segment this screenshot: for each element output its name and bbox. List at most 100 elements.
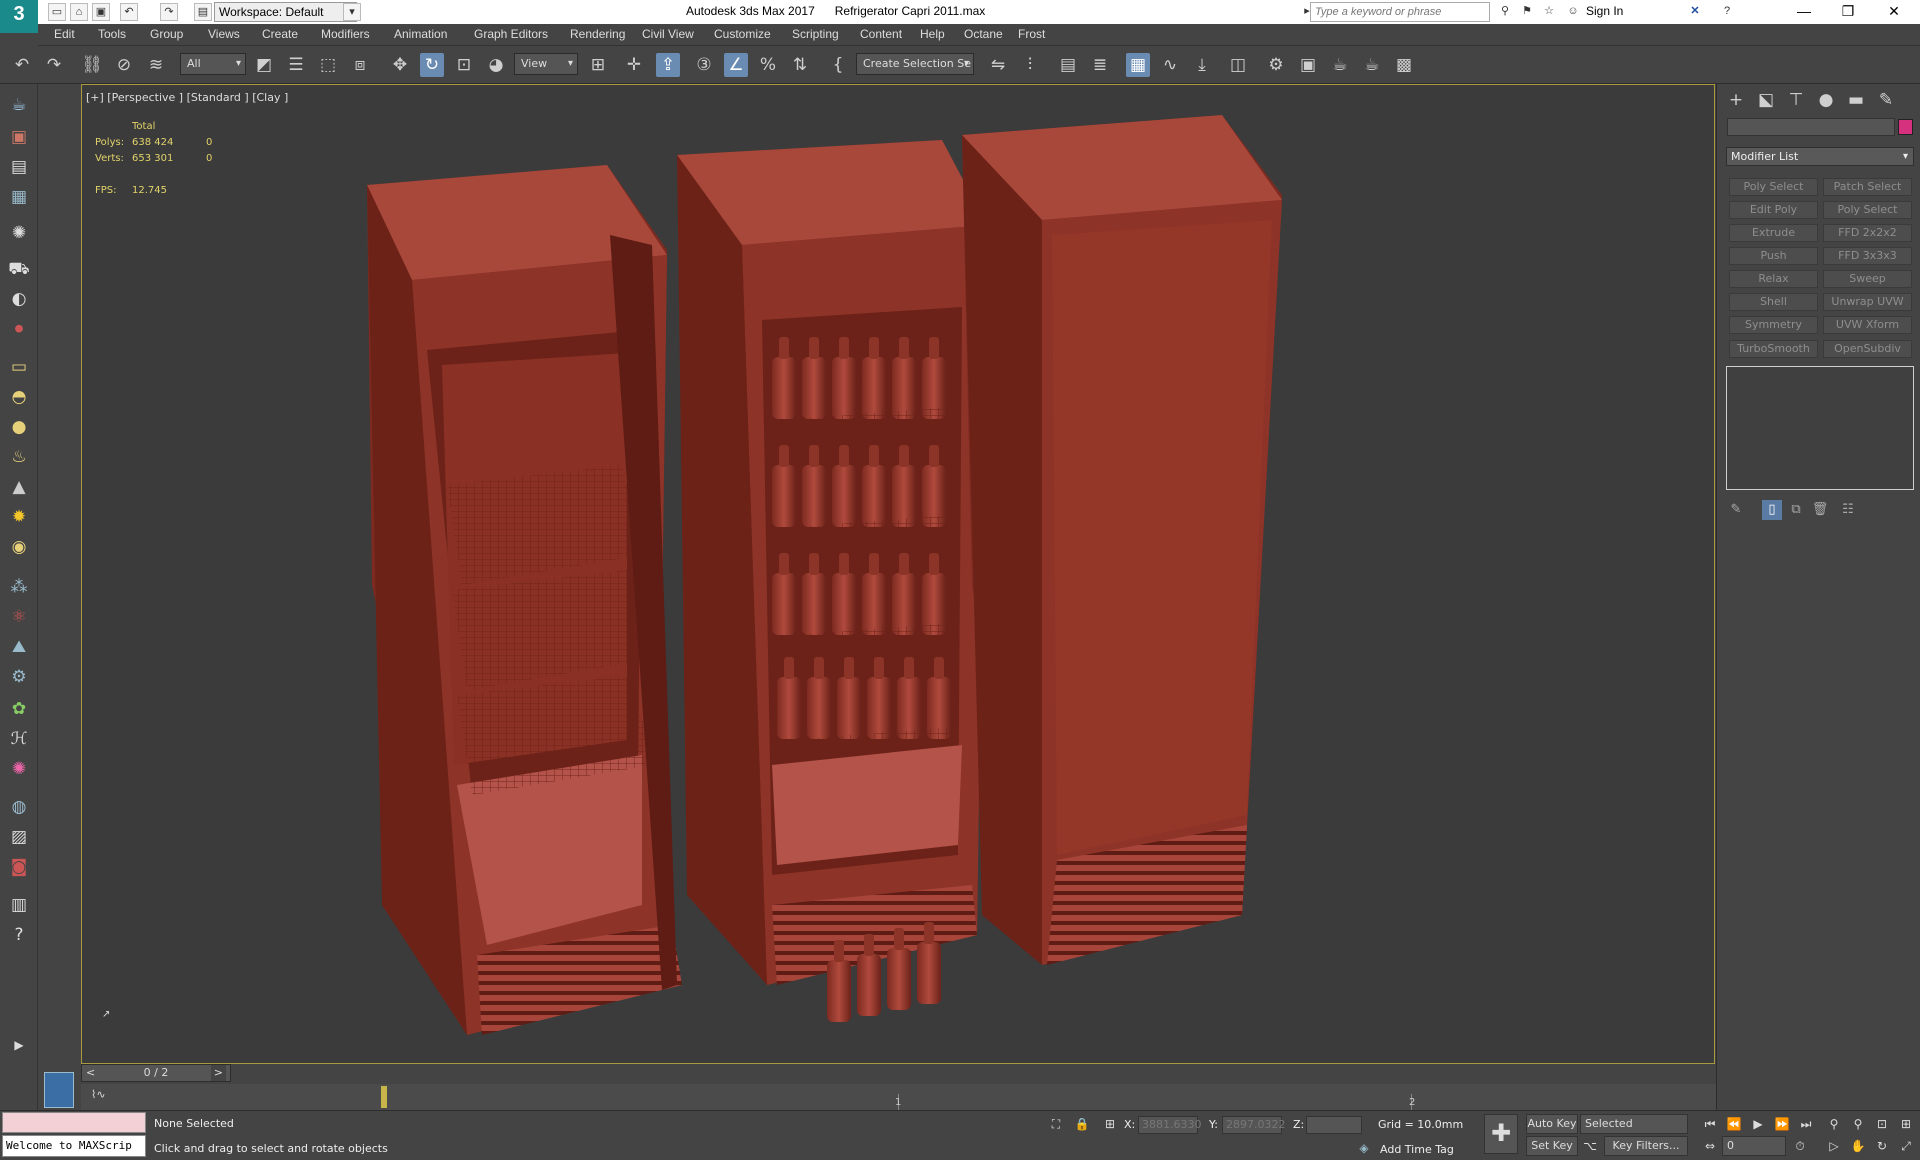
object-color-swatch[interactable]: [1898, 119, 1913, 135]
help-icon[interactable]: ?: [1718, 3, 1736, 21]
previous-frame-icon[interactable]: ⏪: [1724, 1114, 1744, 1134]
menu-edit[interactable]: Edit: [54, 27, 75, 41]
minimize-icon[interactable]: —: [1782, 0, 1826, 24]
show-end-result-icon[interactable]: ▯: [1762, 500, 1782, 520]
render-production-icon[interactable]: ☕: [1328, 53, 1352, 77]
hair-fur-icon[interactable]: ℋ: [6, 726, 32, 752]
zoom-all-icon[interactable]: ⚲: [1848, 1114, 1868, 1134]
close-icon[interactable]: ✕: [1872, 0, 1916, 24]
hemisphere-icon[interactable]: ◓: [6, 384, 32, 410]
plane-icon[interactable]: ▭: [6, 354, 32, 380]
modifier-button[interactable]: Symmetry: [1729, 316, 1818, 334]
configure-modifier-sets-icon[interactable]: ☷: [1838, 500, 1858, 520]
z-coordinate-field[interactable]: [1306, 1116, 1362, 1134]
go-to-end-icon[interactable]: ⏭: [1796, 1114, 1816, 1134]
selection-filter-dropdown[interactable]: All: [180, 53, 246, 75]
set-key-button[interactable]: Set Key: [1526, 1136, 1578, 1156]
modifier-button[interactable]: Patch Select: [1823, 178, 1912, 196]
light-bulb-icon[interactable]: ✺: [6, 220, 32, 246]
redo-icon[interactable]: ↷: [160, 3, 178, 21]
time-tag-icon[interactable]: ◈: [1354, 1138, 1374, 1158]
settings-icon[interactable]: ⚙: [6, 664, 32, 690]
angle-snap-icon[interactable]: ∠: [724, 53, 748, 77]
bind-to-space-warp-icon[interactable]: ≋: [144, 53, 168, 77]
menu-graph-editors[interactable]: Graph Editors: [474, 27, 548, 41]
modifier-button[interactable]: Unwrap UVW: [1823, 293, 1912, 311]
select-by-name-icon[interactable]: ☰: [284, 53, 308, 77]
key-filters-button[interactable]: Key Filters...: [1604, 1136, 1688, 1156]
slider-next-icon[interactable]: >: [210, 1065, 226, 1081]
fridge-left[interactable]: [367, 165, 682, 1035]
modifier-button[interactable]: Sweep: [1823, 270, 1912, 288]
binoculars-icon[interactable]: ⚲: [1496, 3, 1514, 21]
communication-center-icon[interactable]: ⚑: [1518, 3, 1536, 21]
select-and-move-icon[interactable]: ✥: [388, 53, 412, 77]
camera-icon[interactable]: ⏺: [6, 316, 32, 342]
motion-tab-icon[interactable]: ●: [1813, 88, 1839, 112]
render-iterative-icon[interactable]: ☕: [1360, 53, 1384, 77]
spinner-snap-icon[interactable]: ⇅: [788, 53, 812, 77]
menu-group[interactable]: Group: [150, 27, 183, 41]
keyboard-shortcut-override-icon[interactable]: ⇪: [656, 53, 680, 77]
snaps-toggle-icon[interactable]: ③: [692, 53, 716, 77]
modifier-stack[interactable]: [1726, 366, 1914, 490]
scene-icon[interactable]: ▨: [6, 824, 32, 850]
modifier-button[interactable]: TurboSmooth: [1729, 340, 1818, 358]
menu-rendering[interactable]: Rendering: [570, 27, 625, 41]
project-folder-icon[interactable]: ▤: [194, 3, 212, 21]
maxscript-listener-input[interactable]: [2, 1112, 146, 1133]
select-and-place-icon[interactable]: ◕: [484, 53, 508, 77]
slider-prev-icon[interactable]: <: [86, 1065, 95, 1081]
save-icon[interactable]: ▥: [6, 892, 32, 918]
remove-modifier-icon[interactable]: 🗑: [1810, 500, 1830, 520]
display-tab-icon[interactable]: ▬: [1843, 88, 1869, 112]
select-and-scale-icon[interactable]: ⊡: [452, 53, 476, 77]
toggle-ribbon-icon[interactable]: ▦: [1126, 53, 1150, 77]
viewport-layout-tab[interactable]: [44, 1072, 74, 1108]
workspace-expand-icon[interactable]: ▾: [343, 3, 361, 21]
auto-key-button[interactable]: Auto Key: [1526, 1114, 1578, 1134]
rendered-frame-window-icon[interactable]: ▣: [1296, 53, 1320, 77]
vehicle-icon[interactable]: ⛟: [6, 256, 32, 282]
schematic-view-icon[interactable]: ⤓: [1190, 53, 1214, 77]
undo-icon[interactable]: ↶: [120, 3, 138, 21]
disc-icon[interactable]: ◉: [6, 534, 32, 560]
menu-civil-view[interactable]: Civil View: [642, 27, 694, 41]
reference-coordinate-dropdown[interactable]: View: [514, 53, 578, 75]
pivot-center-icon[interactable]: ⊞: [586, 53, 610, 77]
menu-customize[interactable]: Customize: [714, 27, 771, 41]
menu-tools[interactable]: Tools: [98, 27, 126, 41]
select-manipulate-icon[interactable]: ✛: [622, 53, 646, 77]
zoom-icon[interactable]: ⚲: [1824, 1114, 1844, 1134]
perspective-viewport[interactable]: [+] [Perspective ] [Standard ] [Clay ] T…: [81, 84, 1715, 1064]
select-and-link-icon[interactable]: ⛓: [80, 53, 104, 77]
menu-help[interactable]: Help: [920, 27, 945, 41]
object-name-input[interactable]: [1727, 118, 1895, 136]
go-to-start-icon[interactable]: ⏮: [1700, 1114, 1720, 1134]
terrain-icon[interactable]: ⛰: [6, 634, 32, 660]
add-time-tag-button[interactable]: Add Time Tag: [1380, 1143, 1454, 1156]
modifier-button[interactable]: Poly Select: [1823, 201, 1912, 219]
time-marker[interactable]: [381, 1086, 387, 1108]
maximize-icon[interactable]: ❐: [1826, 0, 1870, 24]
modifier-button[interactable]: Push: [1729, 247, 1818, 265]
rectangular-selection-icon[interactable]: ⬚: [316, 53, 340, 77]
align-icon[interactable]: ⫶: [1018, 53, 1042, 77]
mini-curve-editor-icon[interactable]: ⌇∿: [91, 1088, 106, 1101]
app-logo-icon[interactable]: 3: [0, 0, 38, 33]
absolute-mode-icon[interactable]: ⊞: [1100, 1114, 1120, 1134]
table-icon[interactable]: ▦: [6, 184, 32, 210]
selection-lock-icon[interactable]: 🔒: [1072, 1114, 1092, 1134]
time-slider[interactable]: < 0 / 2 >: [81, 1064, 231, 1082]
edit-named-selection-icon[interactable]: {: [826, 53, 850, 77]
fridge-middle[interactable]: [677, 140, 987, 985]
toggle-scene-explorer-icon[interactable]: ▤: [1056, 53, 1080, 77]
utilities-tab-icon[interactable]: ✎: [1873, 88, 1899, 112]
select-and-rotate-icon[interactable]: ↻: [420, 53, 444, 77]
list-icon[interactable]: ▤: [6, 154, 32, 180]
renderer-icon[interactable]: ◙: [6, 854, 32, 880]
isolate-selection-icon[interactable]: ⛶: [1046, 1114, 1066, 1134]
maximize-viewport-icon[interactable]: ⤢: [1896, 1136, 1916, 1156]
material-editor-icon[interactable]: ◫: [1226, 53, 1250, 77]
molecule-icon[interactable]: ⚛: [6, 604, 32, 630]
